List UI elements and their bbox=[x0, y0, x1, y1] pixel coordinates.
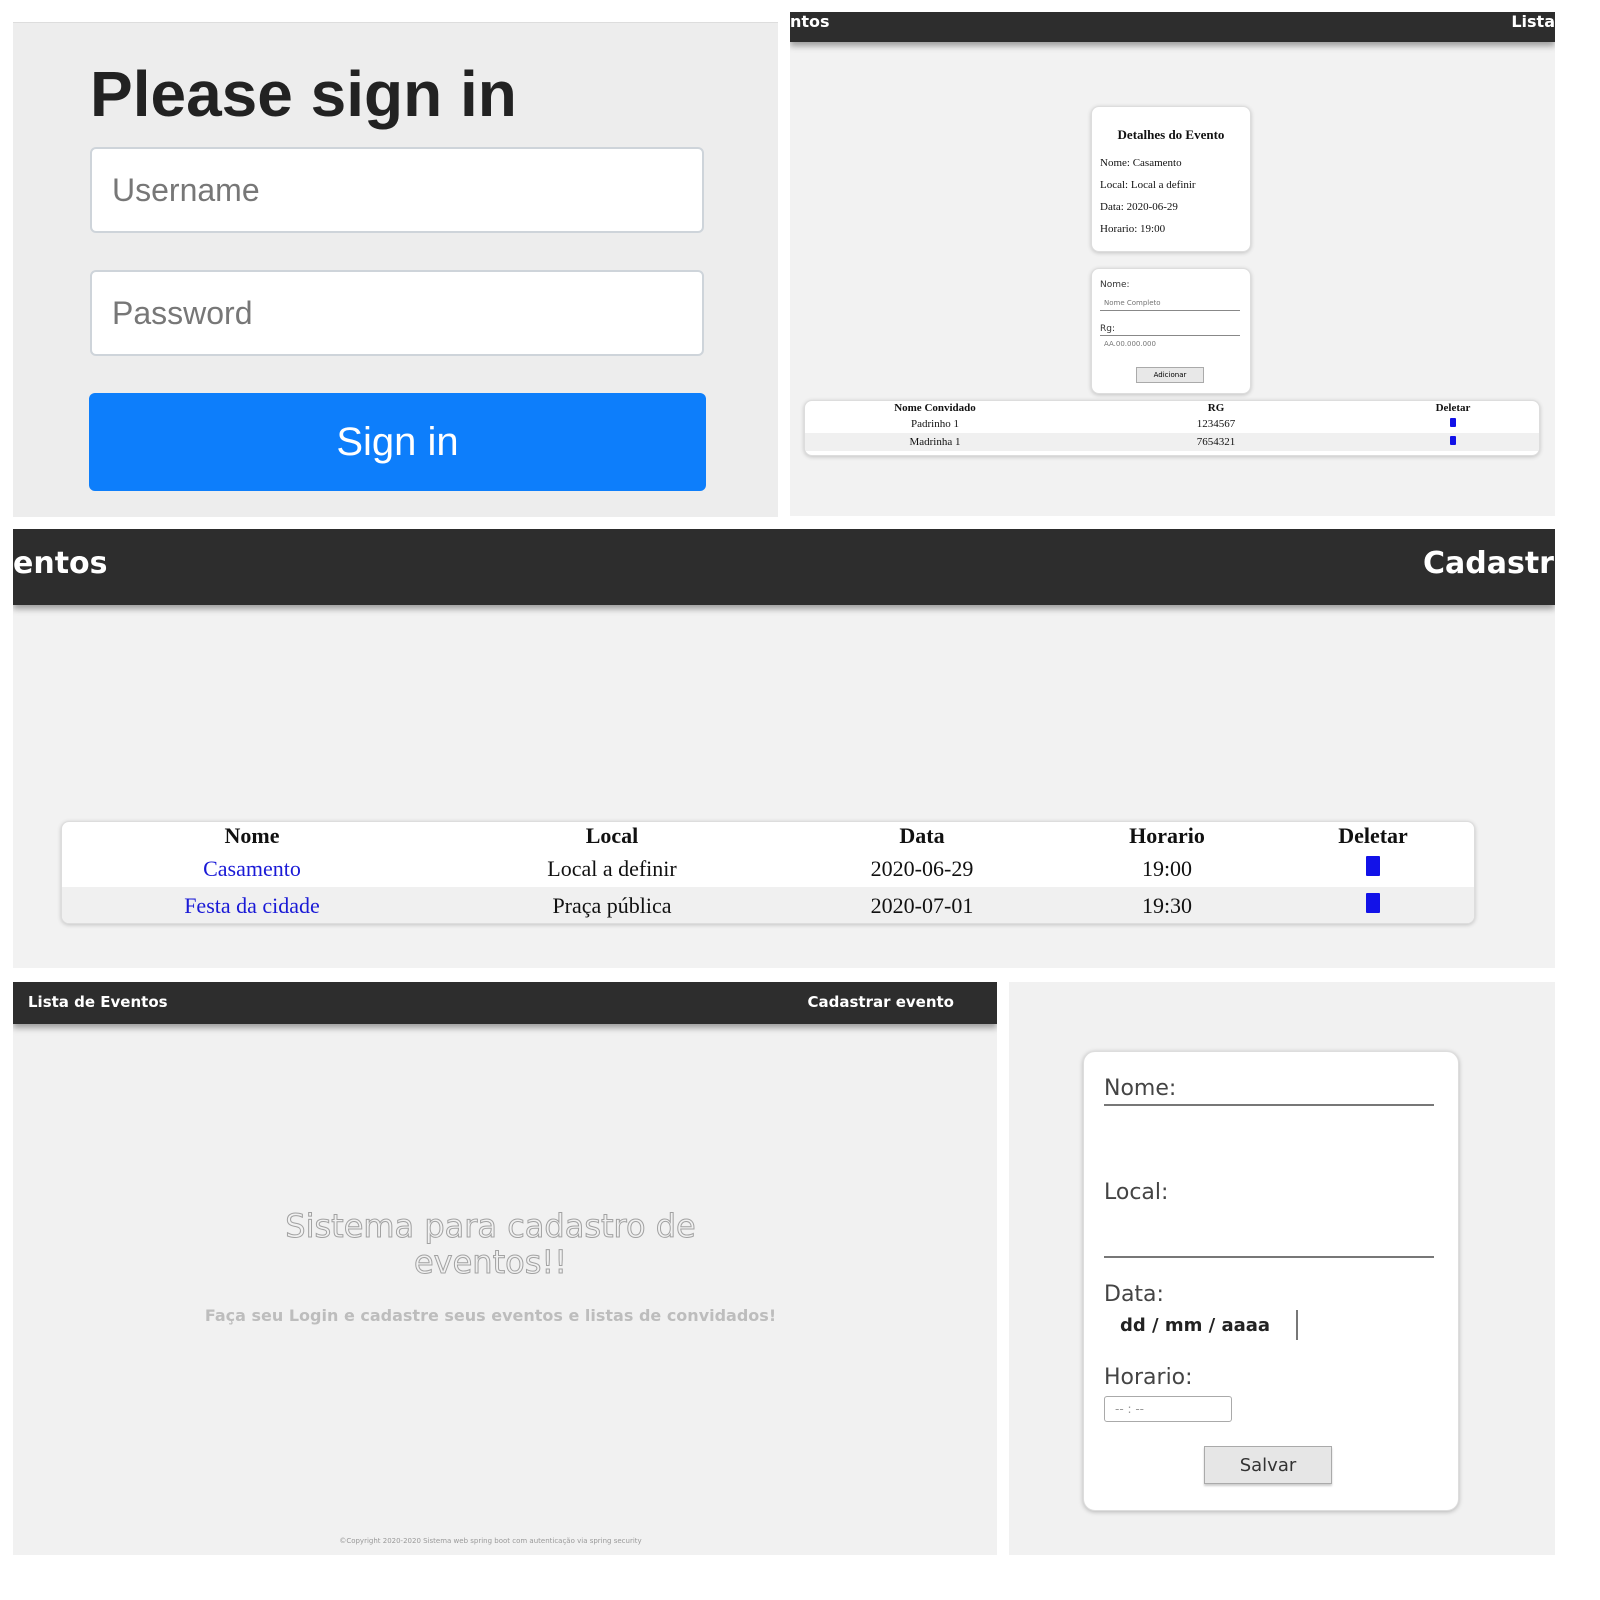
username-input[interactable] bbox=[90, 147, 704, 233]
nome-input[interactable] bbox=[1104, 1104, 1434, 1106]
event-nome: Nome: Casamento bbox=[1100, 157, 1182, 169]
trash-icon[interactable] bbox=[1366, 855, 1380, 876]
nome-label: Nome: bbox=[1104, 1076, 1177, 1101]
table-header: Local bbox=[585, 823, 639, 848]
create-event-panel: Nome: Local: Data: Horario: Salvar bbox=[1009, 982, 1555, 1555]
event-info-title: Detalhes do Evento bbox=[1117, 127, 1225, 142]
data-label: Data: bbox=[1104, 1282, 1164, 1307]
event-date-cell: 2020-06-29 bbox=[870, 855, 974, 881]
guest-name-cell: Madrinha 1 bbox=[805, 433, 1065, 451]
table-header: Horario bbox=[1129, 823, 1205, 848]
table-row: Padrinho 1 1234567 bbox=[805, 415, 1539, 433]
event-name-cell: Casamento bbox=[62, 850, 442, 887]
event-time-cell: 19:30 bbox=[1062, 887, 1272, 923]
table-header: Data bbox=[899, 823, 945, 848]
table-row: Madrinha 1 7654321 bbox=[805, 433, 1539, 451]
nav-link-lista-eventos[interactable]: entos bbox=[13, 546, 108, 581]
nav-link-lista-eventos[interactable]: ntos bbox=[790, 12, 830, 31]
signin-panel: Please sign in Sign in bbox=[13, 22, 778, 517]
nav-link-lista-eventos[interactable]: Lista de Eventos bbox=[28, 993, 168, 1011]
delete-cell bbox=[1367, 433, 1539, 451]
guest-rg-cell: 7654321 bbox=[1065, 433, 1367, 451]
local-input[interactable] bbox=[1104, 1256, 1434, 1258]
event-local: Local: Local a definir bbox=[1100, 179, 1196, 191]
guest-name-cell: Padrinho 1 bbox=[911, 418, 959, 430]
navbar: entos Cadastr bbox=[13, 529, 1555, 605]
event-date-cell: 2020-07-01 bbox=[782, 887, 1062, 923]
table-header: Deletar bbox=[1338, 823, 1408, 848]
event-link[interactable]: Festa da cidade bbox=[184, 893, 320, 918]
guest-rg-input[interactable] bbox=[1100, 335, 1240, 351]
trash-icon[interactable] bbox=[1450, 418, 1456, 427]
event-local-cell: Local a definir bbox=[547, 855, 677, 881]
password-input[interactable] bbox=[90, 270, 704, 356]
table-header: Nome Convidado bbox=[894, 402, 976, 414]
hero-title: Sistema para cadastro de eventos!! bbox=[285, 1207, 696, 1281]
save-button[interactable]: Salvar bbox=[1204, 1446, 1332, 1484]
event-table: Nome Local Data Horario Deletar Casament… bbox=[62, 822, 1474, 923]
guest-table-card: Nome Convidado RG Deletar Padrinho 1 123… bbox=[804, 400, 1540, 456]
guest-nome-label: Nome: bbox=[1100, 280, 1130, 290]
table-header: RG bbox=[1207, 402, 1225, 414]
event-data: Data: 2020-06-29 bbox=[1100, 201, 1178, 213]
sign-in-button[interactable]: Sign in bbox=[89, 393, 706, 491]
nav-link-cadastrar-evento[interactable]: Cadastr bbox=[1423, 546, 1554, 581]
delete-cell bbox=[1272, 887, 1474, 923]
horario-input[interactable] bbox=[1104, 1396, 1232, 1422]
guest-table: Nome Convidado RG Deletar Padrinho 1 123… bbox=[805, 401, 1539, 451]
event-list-panel: entos Cadastr Nome Local Data Horario De… bbox=[13, 529, 1555, 968]
signin-title: Please sign in bbox=[90, 58, 517, 130]
event-link[interactable]: Casamento bbox=[203, 856, 301, 881]
home-panel: Lista de Eventos Cadastrar evento Sistem… bbox=[13, 982, 997, 1555]
event-local-cell: Praça pública bbox=[442, 887, 782, 923]
event-details-panel: ntos Lista Detalhes do Evento Nome: Casa… bbox=[790, 12, 1555, 516]
event-time-cell: 19:00 bbox=[1141, 855, 1193, 881]
table-header: Deletar bbox=[1435, 402, 1471, 414]
footer-copyright: ©Copyright 2020-2020 Sistema web spring … bbox=[339, 1537, 642, 1545]
hero-subtitle: Faça seu Login e cadastre seus eventos e… bbox=[204, 1306, 777, 1325]
event-table-card: Nome Local Data Horario Deletar Casament… bbox=[61, 821, 1475, 924]
event-info-card: Detalhes do Evento Nome: Casamento Local… bbox=[1091, 106, 1251, 252]
trash-icon[interactable] bbox=[1366, 892, 1380, 913]
table-row: Casamento Local a definir 2020-06-29 19:… bbox=[62, 850, 1474, 887]
navbar: ntos Lista bbox=[790, 12, 1555, 42]
table-header: Nome bbox=[224, 823, 280, 848]
nav-link-lista[interactable]: Lista bbox=[1511, 12, 1555, 31]
create-event-form: Nome: Local: Data: Horario: Salvar bbox=[1083, 1051, 1459, 1511]
guest-form-card: Nome: Rg: Adicionar bbox=[1091, 268, 1251, 394]
trash-icon[interactable] bbox=[1450, 436, 1456, 445]
add-guest-button[interactable]: Adicionar bbox=[1136, 367, 1204, 383]
local-label: Local: bbox=[1104, 1180, 1169, 1205]
navbar: Lista de Eventos Cadastrar evento bbox=[13, 982, 997, 1024]
nav-link-cadastrar-evento[interactable]: Cadastrar evento bbox=[807, 993, 954, 1011]
delete-cell bbox=[1272, 850, 1474, 887]
delete-cell bbox=[1367, 415, 1539, 433]
guest-nome-input[interactable] bbox=[1100, 295, 1240, 311]
event-horario: Horario: 19:00 bbox=[1100, 223, 1166, 235]
guest-rg-cell: 1234567 bbox=[1196, 418, 1236, 430]
table-row: Festa da cidade Praça pública 2020-07-01… bbox=[62, 887, 1474, 923]
horario-label: Horario: bbox=[1104, 1365, 1193, 1390]
data-input[interactable] bbox=[1108, 1310, 1298, 1340]
event-name-cell: Festa da cidade bbox=[62, 887, 442, 923]
guest-rg-label: Rg: bbox=[1100, 324, 1115, 334]
